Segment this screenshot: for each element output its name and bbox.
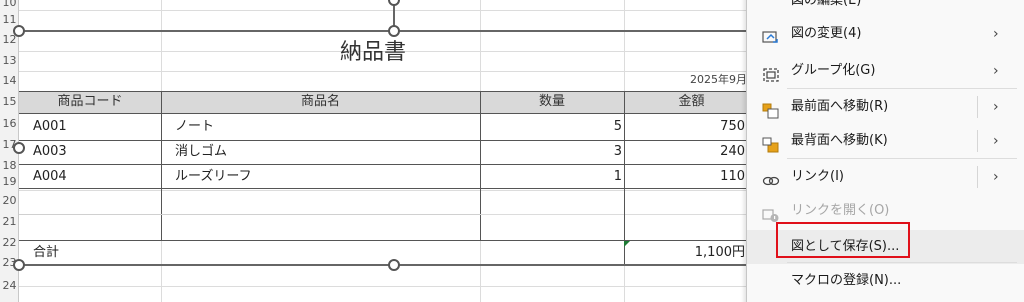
submenu-arrow-icon: › (993, 169, 999, 185)
table-cell-qty[interactable]: 1 (480, 166, 622, 188)
submenu-arrow-icon: › (993, 63, 999, 79)
total-value[interactable]: 1,100円 (624, 242, 745, 264)
table-cell-code[interactable]: A003 (33, 141, 67, 163)
row-number[interactable]: 16 (0, 114, 19, 134)
row-number[interactable]: 22 (0, 233, 19, 253)
row-number[interactable]: 14 (0, 71, 19, 91)
table-cell-name[interactable]: ノート (175, 116, 214, 138)
resize-handle-top-left[interactable] (13, 25, 25, 37)
table-cell-amount[interactable]: 750 (624, 116, 745, 138)
date-text: 2025年9月 (690, 73, 747, 86)
submenu-arrow-icon: › (993, 99, 999, 115)
column-header-amount: 金額 (678, 94, 705, 109)
menu-item-group[interactable]: グループ化(G) › (747, 54, 1024, 88)
resize-handle-left[interactable] (13, 142, 25, 154)
table-cell-qty[interactable]: 5 (480, 116, 622, 138)
table-cell-code[interactable]: A001 (33, 116, 67, 138)
row-number[interactable]: 15 (0, 92, 19, 112)
row-number[interactable]: 19 (0, 172, 19, 192)
menu-item-change-picture[interactable]: 図の変更(4) › (747, 17, 1024, 51)
rotation-handle[interactable] (388, 0, 400, 6)
menu-item-send-to-back[interactable]: 最背面へ移動(K) › (747, 124, 1024, 158)
submenu-arrow-icon: › (993, 133, 999, 149)
highlight-box (776, 222, 910, 258)
edit-picture-icon (762, 0, 780, 9)
table-cell-amount[interactable]: 110 (624, 166, 745, 188)
resize-handle-top[interactable] (388, 25, 400, 37)
menu-item-assign-macro[interactable]: マクロの登録(N)... (747, 264, 1024, 298)
column-header-qty: 数量 (538, 94, 565, 109)
table-cell-amount[interactable]: 240 (624, 141, 745, 163)
table-cell-name[interactable]: ルーズリーフ (175, 166, 252, 188)
table-cell-code[interactable]: A004 (33, 166, 67, 188)
comment-indicator (624, 241, 630, 247)
row-number[interactable]: 13 (0, 51, 19, 71)
menu-item-bring-to-front[interactable]: 最前面へ移動(R) › (747, 90, 1024, 124)
open-link-icon (762, 203, 780, 222)
total-label[interactable]: 合計 (33, 242, 59, 264)
send-to-back-icon (762, 133, 780, 153)
link-icon (762, 169, 780, 186)
row-number[interactable]: 20 (0, 191, 19, 211)
selection-border-bottom (19, 264, 746, 266)
row-number[interactable]: 24 (0, 276, 19, 296)
menu-item-edit-picture[interactable]: 図の編集(E) (747, 0, 1024, 18)
row-number[interactable]: 21 (0, 212, 19, 232)
table-cell-name[interactable]: 消しゴム (175, 141, 227, 163)
table-cell-qty[interactable]: 3 (480, 141, 622, 163)
submenu-arrow-icon: › (993, 26, 999, 42)
group-icon (762, 63, 780, 82)
column-header-name: 商品名 (300, 94, 340, 109)
selection-border-top (19, 30, 746, 32)
bring-to-front-icon (762, 99, 780, 119)
document-title: 納品書 (340, 40, 407, 65)
resize-handle-bottom[interactable] (388, 259, 400, 271)
column-header-code: 商品コード (57, 94, 123, 109)
change-picture-icon (762, 26, 780, 43)
resize-handle-bottom-left[interactable] (13, 259, 25, 271)
menu-item-link[interactable]: リンク(I) › (747, 160, 1024, 194)
